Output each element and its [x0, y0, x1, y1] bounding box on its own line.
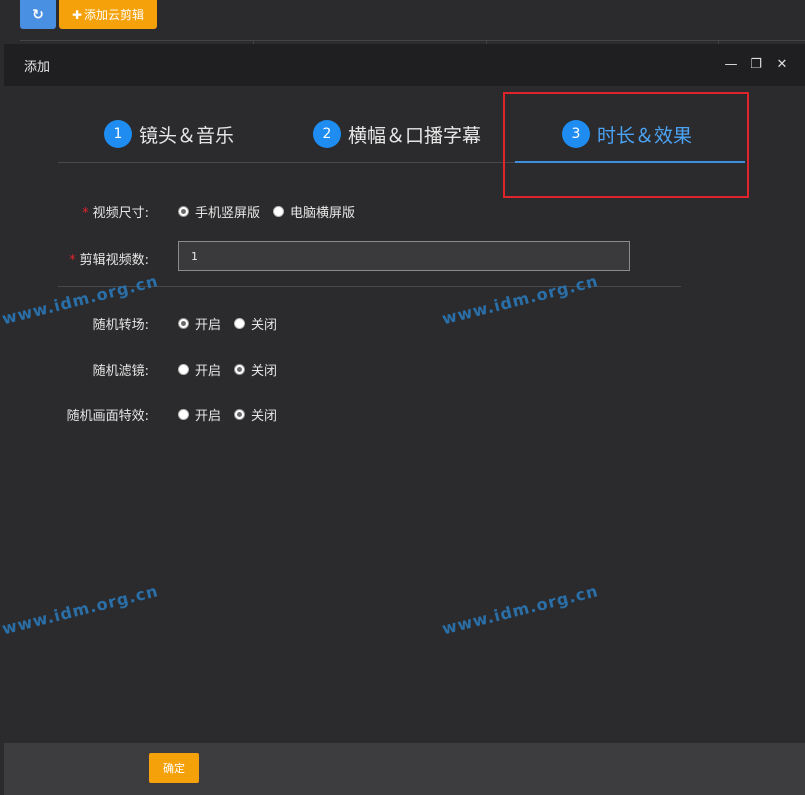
radio-effect-off[interactable]: 关闭: [234, 405, 277, 424]
tab-step-1[interactable]: 1 镜头＆音乐: [104, 119, 234, 149]
step-label: 横幅＆口播字幕: [348, 124, 482, 147]
add-dialog: 添加 — ❐ ✕ 1 镜头＆音乐 2 横幅＆口播字幕 3 时长＆效果 * 视频尺寸…: [0, 44, 805, 795]
random-effect-row: 随机画面特效: 开启 关闭: [4, 404, 805, 424]
random-effect-options: 开启 关闭: [178, 405, 290, 424]
radio-dot[interactable]: [234, 363, 246, 375]
radio-dot[interactable]: [178, 363, 189, 375]
radio-transition-on[interactable]: 开启: [178, 314, 221, 333]
radio-transition-off[interactable]: 关闭: [234, 314, 277, 333]
random-transition-row: 随机转场: 开启 关闭: [4, 313, 805, 333]
radio-portrait[interactable]: 手机竖屏版: [178, 202, 260, 221]
radio-dot[interactable]: [178, 317, 189, 329]
random-effect-label: 随机画面特效:: [66, 408, 149, 424]
random-filter-row: 随机滤镜: 开启 关闭: [4, 359, 805, 379]
minimize-icon[interactable]: —: [722, 55, 740, 73]
confirm-button[interactable]: 确定: [149, 753, 199, 783]
maximize-icon[interactable]: ❐: [747, 55, 765, 73]
video-size-label: * 视频尺寸:: [82, 205, 149, 221]
dialog-title: 添加: [24, 59, 51, 75]
radio-dot[interactable]: [178, 408, 189, 420]
video-size-options: 手机竖屏版 电脑横屏版: [178, 202, 368, 221]
refresh-icon: ↻: [32, 6, 44, 23]
random-filter-label: 随机滤镜:: [92, 363, 149, 379]
step-number: 2: [313, 120, 341, 148]
dialog-header: 添加 — ❐ ✕: [4, 44, 805, 86]
random-transition-options: 开启 关闭: [178, 314, 290, 333]
add-cloud-edit-button[interactable]: ✚ 添加云剪辑: [59, 0, 157, 29]
radio-filter-on[interactable]: 开启: [178, 360, 221, 379]
radio-dot[interactable]: [234, 317, 246, 329]
radio-filter-off[interactable]: 关闭: [234, 360, 277, 379]
video-size-row: * 视频尺寸: 手机竖屏版 电脑横屏版: [4, 201, 805, 221]
step-number: 1: [104, 120, 132, 148]
close-icon[interactable]: ✕: [773, 55, 791, 73]
clip-count-input[interactable]: 1: [178, 241, 630, 271]
random-filter-options: 开启 关闭: [178, 360, 290, 379]
add-cloud-edit-label: 添加云剪辑: [84, 8, 145, 22]
dialog-footer: 确定: [4, 743, 805, 795]
clip-count-label: * 剪辑视频数:: [69, 252, 149, 268]
radio-dot[interactable]: [234, 408, 246, 420]
radio-dot[interactable]: [273, 205, 285, 217]
radio-landscape[interactable]: 电脑横屏版: [273, 202, 355, 221]
red-highlight-box: [503, 92, 749, 198]
radio-effect-on[interactable]: 开启: [178, 405, 221, 424]
watermark-text: www.idm.org.cn: [440, 581, 601, 639]
plus-icon: ✚: [71, 7, 83, 22]
watermark-text: www.idm.org.cn: [0, 581, 161, 639]
refresh-button[interactable]: ↻: [20, 0, 56, 29]
page-toolbar: ↻ ✚ 添加云剪辑: [0, 0, 805, 45]
step-label: 镜头＆音乐: [139, 124, 235, 147]
tab-step-2[interactable]: 2 横幅＆口播字幕: [313, 119, 481, 149]
random-transition-label: 随机转场:: [92, 317, 149, 333]
radio-dot[interactable]: [178, 205, 189, 217]
